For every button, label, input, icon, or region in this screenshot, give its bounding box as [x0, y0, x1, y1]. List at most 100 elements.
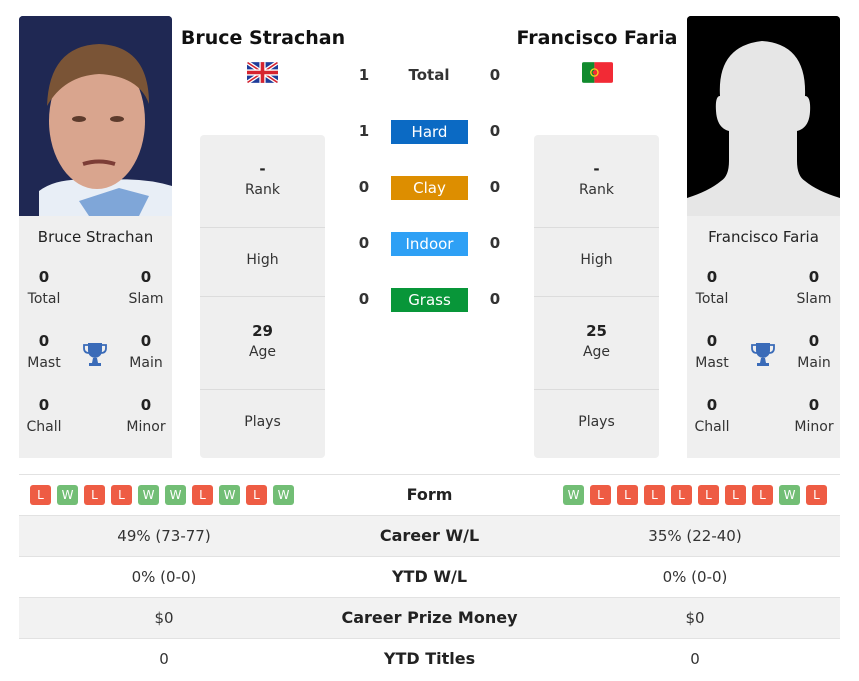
stat-value: 0 [38, 332, 50, 350]
stat-label: Chall [26, 419, 62, 435]
ytd-wl-left: 0% (0-0) [131, 568, 197, 586]
form-win-badge[interactable]: W [219, 485, 240, 505]
stat-label: Total [695, 291, 729, 307]
titles-panel-player-name: Bruce Strachan [37, 228, 154, 246]
form-loss-badge[interactable]: L [30, 485, 51, 505]
form-win-badge[interactable]: W [779, 485, 800, 505]
info-high: High [200, 228, 325, 297]
ytd-titles-label: YTD Titles [383, 649, 476, 668]
surface-clay-badge[interactable]: Clay [391, 176, 468, 200]
form-loss-badge[interactable]: L [192, 485, 213, 505]
stat-slam: 0 Slam [121, 268, 171, 307]
ytd-wl-row: 0% (0-0) YTD W/L 0% (0-0) [19, 556, 840, 597]
form-badges-right: WLLLLLLLWL [563, 485, 827, 505]
h2h-indoor-right: 0 [489, 234, 501, 252]
form-badges-left: LWLLWWLWLW [30, 485, 294, 505]
h2h-hard-left: 1 [358, 122, 370, 140]
form-label: Form [406, 485, 453, 504]
stat-value: 0 [706, 396, 718, 414]
stat-label: Main [797, 355, 831, 371]
form-loss-badge[interactable]: L [806, 485, 827, 505]
form-loss-badge[interactable]: L [246, 485, 267, 505]
trophy-icon [83, 341, 107, 367]
stat-minor: 0 Minor [789, 396, 839, 435]
stat-value: 0 [706, 268, 718, 286]
stat-main: 0 Main [789, 332, 839, 371]
stat-mast: 0 Mast [19, 332, 69, 371]
silhouette-icon [687, 16, 840, 216]
form-win-badge[interactable]: W [165, 485, 186, 505]
form-win-badge[interactable]: W [138, 485, 159, 505]
surface-grass-badge[interactable]: Grass [391, 288, 468, 312]
prize-money-label: Career Prize Money [341, 608, 518, 627]
form-loss-badge[interactable]: L [590, 485, 611, 505]
h2h-total-label: Total [408, 66, 450, 84]
stat-main: 0 Main [121, 332, 171, 371]
stat-total: 0 Total [19, 268, 69, 307]
player-name-left[interactable]: Bruce Strachan [176, 27, 350, 49]
career-wl-label: Career W/L [379, 526, 480, 545]
ytd-wl-label: YTD W/L [391, 567, 468, 586]
stat-mast: 0 Mast [687, 332, 737, 371]
stat-value: 0 [706, 332, 718, 350]
uk-flag-icon [247, 62, 278, 83]
portugal-flag-icon [582, 62, 613, 83]
info-age: 29 Age [200, 297, 325, 390]
form-loss-badge[interactable]: L [671, 485, 692, 505]
form-loss-badge[interactable]: L [644, 485, 665, 505]
stat-value: 0 [140, 332, 152, 350]
stat-value: 0 [38, 268, 50, 286]
h2h-grass-left: 0 [358, 290, 370, 308]
h2h-clay-right: 0 [489, 178, 501, 196]
form-win-badge[interactable]: W [563, 485, 584, 505]
player-photo-left [19, 16, 172, 216]
career-wl-left: 49% (73-77) [117, 527, 211, 545]
stat-label: Slam [128, 291, 164, 307]
rank-value: - [593, 160, 600, 178]
ytd-wl-right: 0% (0-0) [662, 568, 728, 586]
age-value: 29 [252, 322, 273, 340]
h2h-clay-left: 0 [358, 178, 370, 196]
form-row: LWLLWWLWLW Form WLLLLLLLWL [19, 474, 840, 515]
player-name-right[interactable]: Francisco Faria [510, 27, 684, 49]
age-value: 25 [586, 322, 607, 340]
high-label: High [580, 252, 613, 268]
form-win-badge[interactable]: W [273, 485, 294, 505]
stat-label: Minor [126, 419, 166, 435]
surface-indoor-badge[interactable]: Indoor [391, 232, 468, 256]
stat-label: Chall [694, 419, 730, 435]
form-loss-badge[interactable]: L [617, 485, 638, 505]
info-rank: - Rank [534, 135, 659, 228]
plays-label: Plays [578, 414, 615, 430]
rank-label: Rank [245, 182, 280, 198]
h2h-hard-right: 0 [489, 122, 501, 140]
age-label: Age [248, 344, 277, 360]
plays-label: Plays [244, 414, 281, 430]
info-age: 25 Age [534, 297, 659, 390]
stat-slam: 0 Slam [789, 268, 839, 307]
age-label: Age [582, 344, 611, 360]
titles-panel-player-name: Francisco Faria [708, 228, 819, 246]
stat-chall: 0 Chall [687, 396, 737, 435]
stat-label: Minor [794, 419, 834, 435]
info-plays: Plays [200, 390, 325, 458]
trophy-icon [751, 341, 775, 367]
ytd-titles-left: 0 [159, 650, 169, 668]
form-loss-badge[interactable]: L [725, 485, 746, 505]
form-loss-badge[interactable]: L [752, 485, 773, 505]
info-panel-left: - Rank High 29 Age Plays [200, 135, 325, 458]
player-photo-right [687, 16, 840, 216]
ytd-titles-right: 0 [690, 650, 700, 668]
form-loss-badge[interactable]: L [698, 485, 719, 505]
form-loss-badge[interactable]: L [111, 485, 132, 505]
stat-label: Slam [796, 291, 832, 307]
form-loss-badge[interactable]: L [84, 485, 105, 505]
stat-total: 0 Total [687, 268, 737, 307]
info-panel-right: - Rank High 25 Age Plays [534, 135, 659, 458]
ytd-titles-row: 0 YTD Titles 0 [19, 638, 840, 679]
titles-panel-left: Bruce Strachan 0 Total 0 Slam 0 Mast 0 M… [19, 216, 172, 458]
career-wl-right: 35% (22-40) [648, 527, 742, 545]
surface-hard-badge[interactable]: Hard [391, 120, 468, 144]
h2h-indoor-left: 0 [358, 234, 370, 252]
form-win-badge[interactable]: W [57, 485, 78, 505]
